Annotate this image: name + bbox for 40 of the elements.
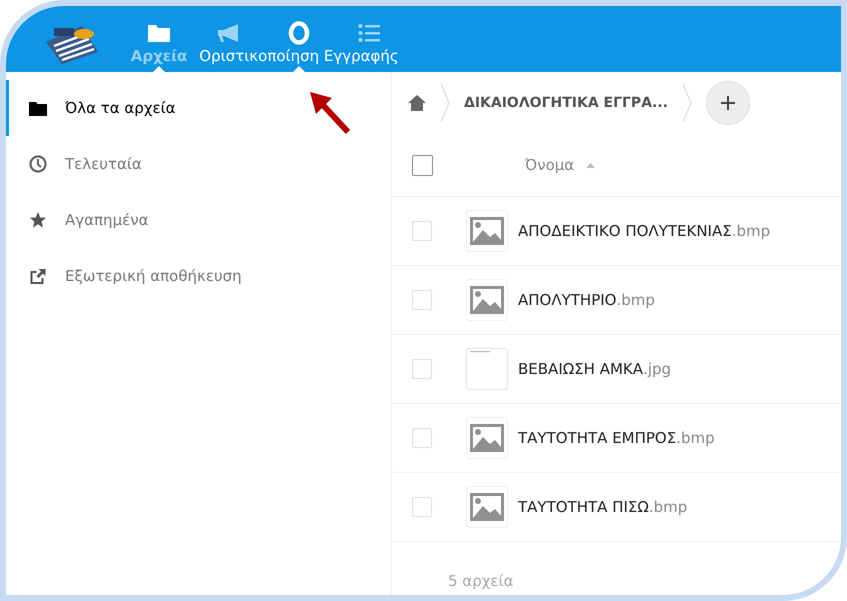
chevron-icon: [682, 83, 692, 123]
sidebar-item[interactable]: Τελευταία: [6, 136, 391, 192]
clock-icon: [29, 155, 47, 173]
star-icon: [29, 211, 47, 229]
file-name[interactable]: ΑΠΟΔΕΙΚΤΙΚΟ ΠΟΛΥΤΕΚΝΙΑΣ.bmp: [518, 222, 770, 240]
row-checkbox[interactable]: [412, 290, 432, 310]
file-name[interactable]: ΒΕΒΑΙΩΣΗ ΑΜΚΑ.jpg: [518, 360, 672, 378]
image-file-icon: [466, 279, 508, 321]
row-checkbox[interactable]: [412, 221, 432, 241]
annotation-arrow: [308, 90, 352, 136]
add-button[interactable]: [706, 81, 750, 125]
folder-icon: [147, 23, 171, 43]
row-checkbox[interactable]: [412, 497, 432, 517]
row-checkbox[interactable]: [412, 359, 432, 379]
home-icon[interactable]: [408, 95, 426, 111]
sidebar-item[interactable]: Εξωτερική αποθήκευση: [6, 248, 391, 304]
sidebar-item[interactable]: Αγαπημένα: [6, 192, 391, 248]
list-icon: [358, 23, 380, 43]
image-file-icon: [466, 486, 508, 528]
file-name[interactable]: ΤΑΥΤΟΤΗΤΑ ΕΜΠΡΟΣ.bmp: [518, 429, 715, 447]
image-file-icon: [466, 417, 508, 459]
plus-icon: [720, 95, 736, 111]
circle-icon: [288, 21, 310, 45]
app-label: Αρχεία: [130, 47, 188, 65]
caret-icon: [153, 66, 165, 72]
row-checkbox[interactable]: [412, 428, 432, 448]
file-count: 5 αρχεία: [447, 571, 514, 590]
select-all-checkbox[interactable]: [412, 154, 433, 176]
app-label: Οριστικοποίηση Εγγραφής: [198, 47, 400, 65]
image-file-icon: [466, 210, 508, 252]
chevron-icon: [440, 83, 450, 123]
caret-icon: [293, 66, 305, 72]
column-header[interactable]: Όνομα: [525, 156, 574, 174]
external-link-icon: [29, 268, 47, 284]
file-name[interactable]: ΤΑΥΤΟΤΗΤΑ ΠΙΣΩ.bmp: [518, 498, 688, 516]
breadcrumb-link[interactable]: ΔΙΚΑΙΟΛΟΓΗΤΙΚΑ ΕΓΓΡΑ...: [464, 95, 668, 111]
file-name[interactable]: ΑΠΟΛΥΤΗΡΙΟ.bmp: [518, 291, 655, 309]
folder-icon: [29, 100, 47, 116]
file-thumbnail: [466, 348, 508, 390]
app-button[interactable]: [288, 20, 310, 46]
